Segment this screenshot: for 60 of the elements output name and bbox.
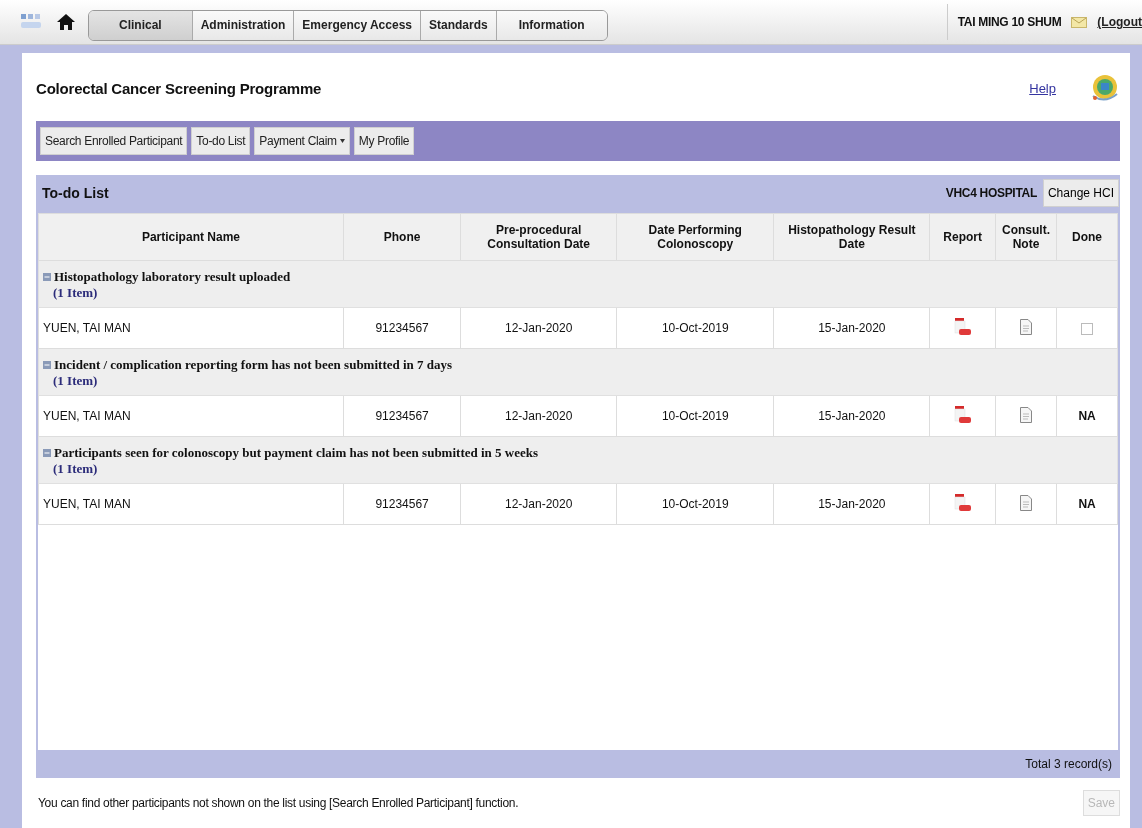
toolbar-button[interactable]: To-do List xyxy=(191,127,251,155)
caret-icon xyxy=(339,139,345,143)
table-cell: 15-Jan-2020 xyxy=(773,483,930,525)
collapse-icon[interactable] xyxy=(43,273,51,281)
group-count[interactable]: (1 Item) xyxy=(53,373,1113,389)
column-header: Histopathology Result Date xyxy=(773,213,930,261)
group-count[interactable]: (1 Item) xyxy=(53,285,1113,301)
user-name: TAI MING 10 SHUM xyxy=(957,15,1062,29)
group-title: Histopathology laboratory result uploaded xyxy=(54,269,291,284)
column-header: Report xyxy=(929,213,996,261)
collapse-icon[interactable] xyxy=(43,449,51,457)
globe-icon xyxy=(1090,72,1120,104)
table-cell: 91234567 xyxy=(343,395,461,437)
collapse-icon[interactable] xyxy=(43,361,51,369)
column-header: Consult. Note xyxy=(995,213,1057,261)
panel-title: To-do List xyxy=(42,185,110,201)
document-icon[interactable] xyxy=(1020,494,1032,511)
table-cell: 12-Jan-2020 xyxy=(460,395,617,437)
table-cell: 91234567 xyxy=(343,483,461,525)
table-cell: YUEN, TAI MAN xyxy=(38,483,344,525)
help-link[interactable]: Help xyxy=(1029,80,1056,96)
checkbox[interactable] xyxy=(1081,322,1093,335)
toolbar-button[interactable]: My Profile xyxy=(353,127,415,155)
record-total: Total 3 record(s) xyxy=(1025,757,1112,771)
table-cell: 91234567 xyxy=(343,307,461,349)
table-cell: 10-Oct-2019 xyxy=(616,307,774,349)
column-header: Participant Name xyxy=(38,213,344,261)
document-icon[interactable] xyxy=(1020,406,1032,423)
column-header: Pre-procedural Consultation Date xyxy=(460,213,617,261)
group-title: Participants seen for colonoscopy but payment claim has not been submitted in 5 weeks xyxy=(54,445,539,460)
pdf-icon[interactable] xyxy=(953,404,972,425)
hospital-name: VHC4 HOSPITAL xyxy=(945,186,1037,200)
logo-icon xyxy=(20,13,42,31)
pdf-icon[interactable] xyxy=(953,492,972,513)
table-cell: YUEN, TAI MAN xyxy=(38,307,344,349)
table-cell: 15-Jan-2020 xyxy=(773,395,930,437)
table-cell: YUEN, TAI MAN xyxy=(38,395,344,437)
info-note: You can find other participants not shown on the list using [Search Enrolled Participant] function. xyxy=(38,796,520,810)
home-icon[interactable] xyxy=(56,13,76,31)
change-hci-button[interactable]: Change HCI xyxy=(1042,179,1119,207)
column-header: Date Performing Colonoscopy xyxy=(616,213,774,261)
column-header: Phone xyxy=(343,213,461,261)
table-cell: 12-Jan-2020 xyxy=(460,483,617,525)
group-count[interactable]: (1 Item) xyxy=(53,461,1113,477)
toolbar-button[interactable]: Payment Claim xyxy=(254,127,350,155)
page-title: Colorectal Cancer Screening Programme xyxy=(36,79,323,97)
table-cell: 15-Jan-2020 xyxy=(773,307,930,349)
table-cell: 10-Oct-2019 xyxy=(616,395,774,437)
nav-tab[interactable]: Clinical xyxy=(89,10,193,40)
cell-text: NA xyxy=(1078,409,1096,423)
column-header: Done xyxy=(1056,213,1118,261)
group-title: Incident / complication reporting form has not been submitted in 7 days xyxy=(54,357,453,372)
document-icon[interactable] xyxy=(1020,318,1032,335)
table-cell: 10-Oct-2019 xyxy=(616,483,774,525)
cell-text: NA xyxy=(1078,497,1096,511)
table-cell: 12-Jan-2020 xyxy=(460,307,617,349)
toolbar-button[interactable]: Search Enrolled Participant xyxy=(40,127,188,155)
pdf-icon[interactable] xyxy=(953,316,972,337)
logout-link[interactable]: (Logout xyxy=(1097,15,1142,29)
mail-icon[interactable] xyxy=(1071,16,1088,28)
